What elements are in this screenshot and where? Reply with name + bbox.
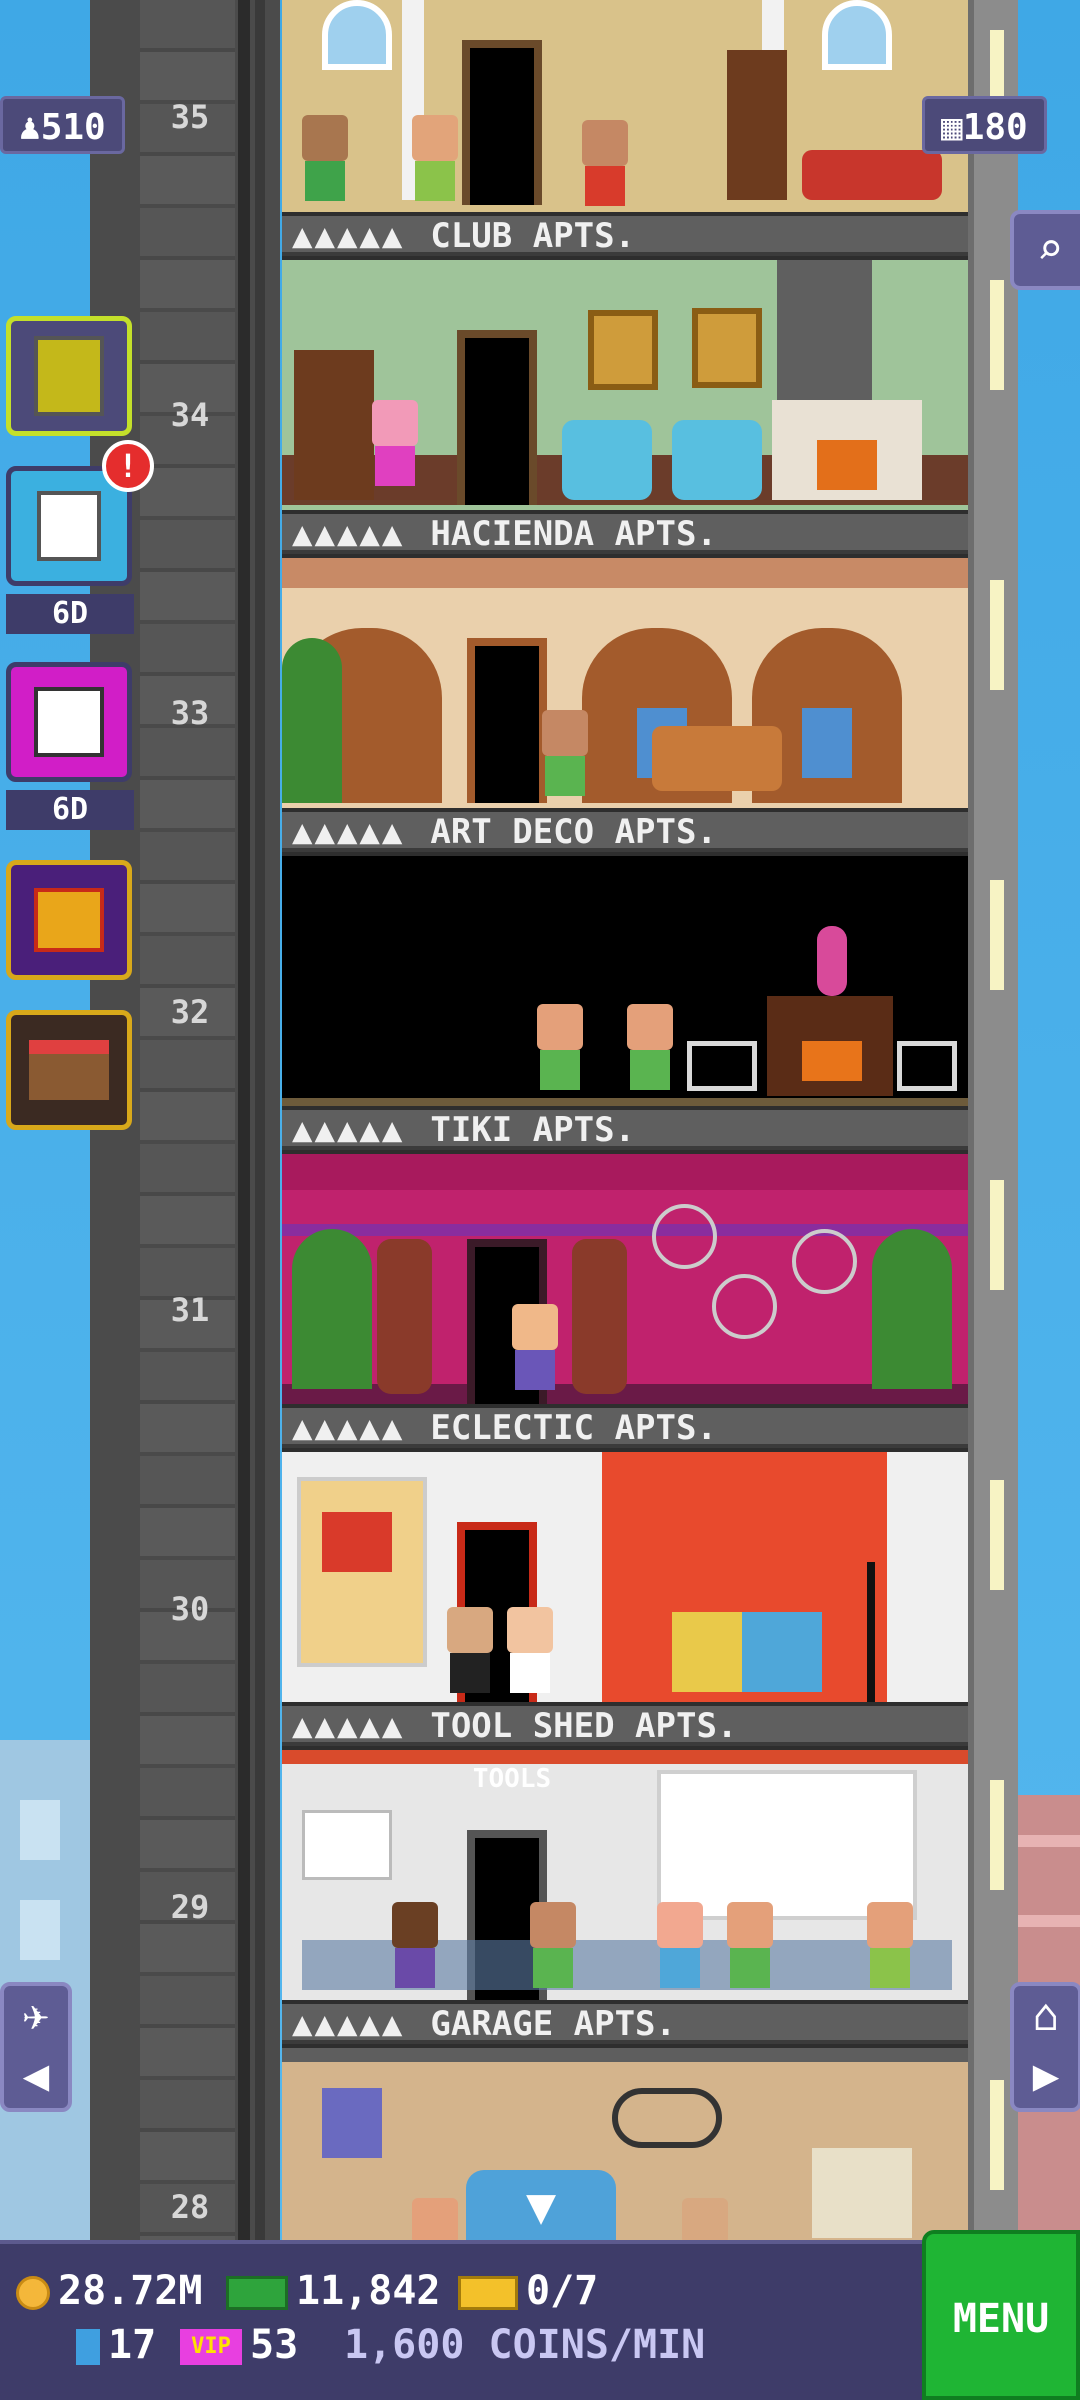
build-floor-button[interactable]	[6, 316, 132, 436]
bux-icon	[226, 2276, 288, 2310]
bux-value: 11,842	[296, 2268, 441, 2314]
floor-number-33: 33	[170, 694, 210, 732]
floor-number-28: 28	[170, 2188, 210, 2226]
arrow-right-icon: ▶	[1032, 2050, 1060, 2101]
floor-29-room[interactable]: TOOLS	[282, 1750, 968, 2000]
floor-number-32: 32	[170, 993, 210, 1031]
lucky-dice-button[interactable]	[6, 662, 132, 782]
airplane-icon: ✈	[22, 1990, 50, 2041]
building-icon	[34, 336, 104, 416]
missions-alert-badge: !	[102, 440, 154, 492]
floor-32-room[interactable]	[282, 856, 968, 1106]
floor-35-stars: ▲▲▲▲▲	[292, 216, 405, 256]
floor-31-room[interactable]	[282, 1154, 968, 1404]
search-button[interactable]: ⌕	[1010, 210, 1080, 290]
tickets-value: 0/7	[526, 2268, 599, 2314]
scroll-down-button[interactable]: ▼	[466, 2170, 616, 2240]
floor-34-label[interactable]: ▲▲▲▲▲ HACIENDA APTS.	[282, 514, 968, 554]
vip-value: 53	[250, 2322, 299, 2368]
cubes-stat[interactable]: 17	[76, 2322, 156, 2368]
chevron-down-icon: ▼	[525, 2177, 557, 2235]
bux-stat[interactable]: 11,842	[226, 2268, 441, 2314]
tickets-stat[interactable]: 0/7	[458, 2268, 598, 2314]
floor-number-34: 34	[170, 396, 210, 434]
floor-34-stars: ▲▲▲▲▲	[292, 514, 405, 554]
coins-per-minute: 1,600 COINS/MIN	[344, 2322, 706, 2368]
floor-35-room[interactable]	[282, 0, 968, 212]
vip-stat[interactable]: VIP 53	[180, 2322, 298, 2368]
floor-number-29: 29	[170, 1888, 210, 1926]
floor-number-30: 30	[170, 1590, 210, 1628]
floor-31-label[interactable]: ▲▲▲▲▲ ECLECTIC APTS.	[282, 1408, 968, 1448]
floor-33-room[interactable]	[282, 558, 968, 808]
ticket-icon	[458, 2276, 518, 2310]
floor-32-stars: ▲▲▲▲▲	[292, 1110, 405, 1150]
vip-icon: VIP	[180, 2329, 242, 2365]
floor-31-name: ECLECTIC APTS.	[430, 1408, 717, 1448]
resource-bar	[0, 2240, 1080, 2400]
cube-icon	[76, 2329, 100, 2365]
floor-30-label[interactable]: ▲▲▲▲▲ TOOL SHED APTS.	[282, 1706, 968, 1746]
elevator-cable-2	[255, 0, 265, 2240]
magnifier-icon: ⌕	[1036, 224, 1064, 275]
floor-28-room[interactable]	[282, 2048, 968, 2240]
population-value: 510	[40, 107, 106, 148]
building-grid-icon: ▦	[941, 107, 963, 148]
nav-right-button[interactable]: ⌂ ▶	[1010, 1982, 1080, 2112]
floor-33-name: ART DECO APTS.	[430, 812, 717, 852]
floor-33-label[interactable]: ▲▲▲▲▲ ART DECO APTS.	[282, 812, 968, 852]
clipboard-icon	[37, 491, 101, 561]
coins-value: 28.72M	[58, 2268, 203, 2314]
coin-icon	[16, 2276, 50, 2310]
floor-35-name: CLUB APTS.	[430, 216, 636, 256]
floor-34-room[interactable]	[282, 260, 968, 510]
menu-button[interactable]: MENU	[922, 2230, 1080, 2400]
floor-30-room[interactable]	[282, 1452, 968, 1702]
market-stall-icon	[29, 1040, 109, 1100]
cubes-value: 17	[108, 2322, 157, 2368]
elevator-cable	[238, 0, 250, 2240]
floor-30-name: TOOL SHED APTS.	[430, 1706, 738, 1746]
floor-30-stars: ▲▲▲▲▲	[292, 1706, 405, 1746]
floor-29-label[interactable]: ▲▲▲▲▲ GARAGE APTS.	[282, 2004, 968, 2044]
floor-34-name: HACIENDA APTS.	[430, 514, 717, 554]
gift-icon	[34, 888, 104, 952]
floor-33-stars: ▲▲▲▲▲	[292, 812, 405, 852]
missions-timer: 6D	[6, 594, 134, 634]
floor-32-name: TIKI APTS.	[430, 1110, 636, 1150]
floor-31-stars: ▲▲▲▲▲	[292, 1408, 405, 1448]
dice-timer: 6D	[6, 790, 134, 830]
floor-number-35: 35	[170, 98, 210, 136]
person-icon: ♟	[19, 107, 41, 148]
floor-32-label[interactable]: ▲▲▲▲▲ TIKI APTS.	[282, 1110, 968, 1150]
coins-stat[interactable]: 28.72M	[16, 2268, 203, 2314]
arrow-left-icon: ◀	[22, 2050, 50, 2101]
tools-sign: TOOLS	[472, 1764, 552, 1794]
tower-column	[968, 0, 1018, 2240]
gift-button[interactable]	[6, 860, 132, 980]
floor-29-name: GARAGE APTS.	[430, 2004, 676, 2044]
dice-icon	[34, 687, 104, 757]
floor-count-value: 180	[962, 107, 1028, 148]
floor-counter[interactable]: ▦180	[922, 96, 1047, 154]
shop-button[interactable]	[6, 1010, 132, 1130]
home-icon: ⌂	[1032, 1990, 1060, 2041]
floor-35-label[interactable]: ▲▲▲▲▲ CLUB APTS.	[282, 216, 968, 256]
nav-left-button[interactable]: ✈ ◀	[0, 1982, 72, 2112]
population-counter[interactable]: ♟510	[0, 96, 125, 154]
floor-number-31: 31	[170, 1291, 210, 1329]
floor-29-stars: ▲▲▲▲▲	[292, 2004, 405, 2044]
